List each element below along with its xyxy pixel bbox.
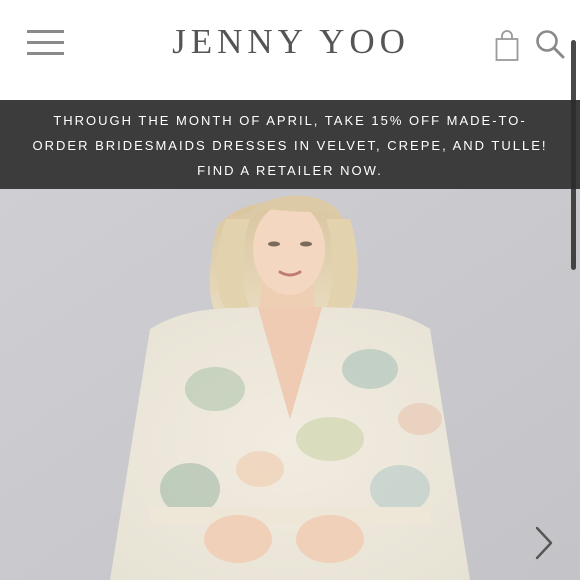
chevron-right-icon[interactable] xyxy=(527,522,561,564)
hero-image xyxy=(0,189,580,580)
scrollbar[interactable] xyxy=(571,40,576,270)
hamburger-menu-icon[interactable] xyxy=(27,30,64,56)
brand-logo[interactable]: JENNY YOO xyxy=(150,20,432,64)
site-header: JENNY YOO xyxy=(0,0,580,100)
promo-line-2: ORDER BRIDESMAIDS DRESSES IN VELVET, CRE… xyxy=(32,138,548,153)
promo-line-1: THROUGH THE MONTH OF APRIL, TAKE 15% OFF… xyxy=(53,113,527,128)
shopping-bag-icon[interactable] xyxy=(495,30,519,62)
search-icon[interactable] xyxy=(534,28,566,60)
promo-line-3[interactable]: FIND A RETAILER NOW. xyxy=(0,158,580,183)
promo-banner[interactable]: THROUGH THE MONTH OF APRIL, TAKE 15% OFF… xyxy=(0,100,580,189)
